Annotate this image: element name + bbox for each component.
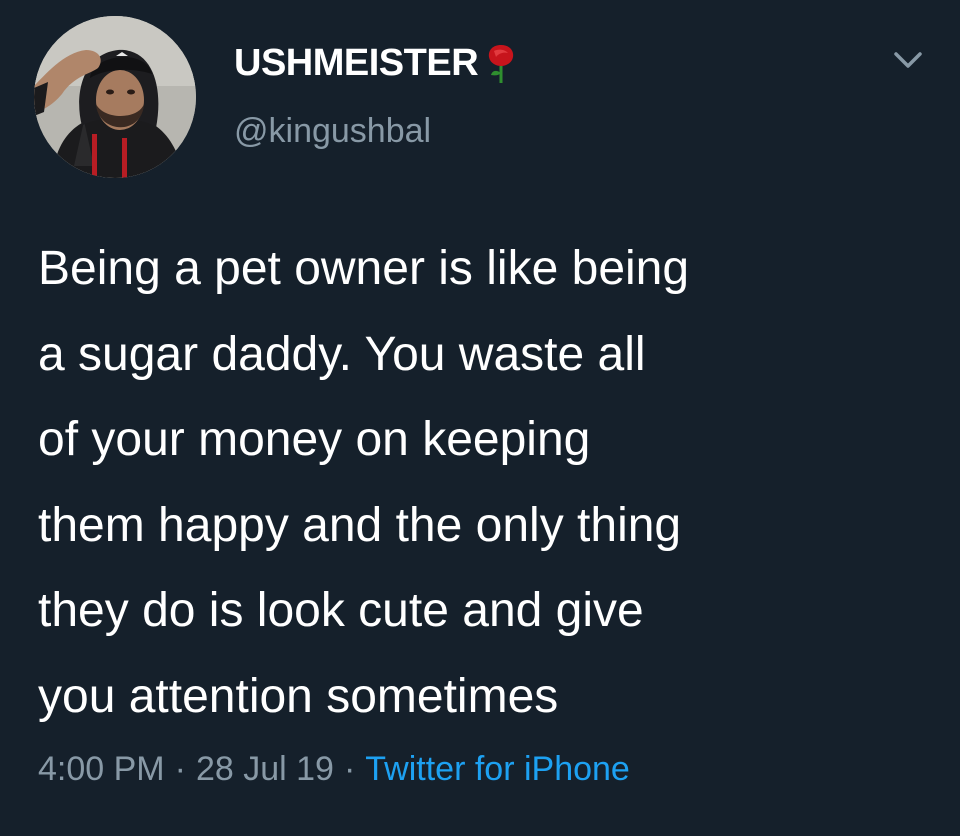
tweet-date[interactable]: 28 Jul 19: [196, 750, 334, 788]
tweet-text-line: them happy and the only thing: [38, 498, 682, 552]
author-row: USHMEISTER: [234, 38, 518, 88]
tweet-text: Being a pet owner is like being a sugar …: [38, 226, 928, 739]
tweet-text-line: of your money on keeping: [38, 413, 591, 466]
display-name[interactable]: USHMEISTER: [234, 42, 479, 85]
profile-photo: [34, 16, 196, 178]
tweet-text-line: Being a pet owner is like being: [38, 242, 690, 295]
rose-icon: [488, 45, 514, 83]
tweet-text-line: they do is look cute and give: [38, 584, 644, 637]
separator: ·: [343, 750, 356, 788]
tweet-text-line: you attention sometimes: [38, 669, 559, 723]
tweet-source-link[interactable]: Twitter for iPhone: [365, 750, 630, 788]
separator: ·: [174, 750, 186, 788]
tweet-meta: 4:00 PM · 28 Jul 19 · Twitter for iPhone: [38, 750, 630, 789]
avatar[interactable]: [34, 16, 196, 178]
tweet-text-line: a sugar daddy. You waste all: [38, 327, 646, 381]
handle[interactable]: @kingushbal: [234, 112, 431, 151]
chevron-down-icon[interactable]: [888, 44, 928, 76]
tweet-time[interactable]: 4:00 PM: [38, 750, 165, 788]
